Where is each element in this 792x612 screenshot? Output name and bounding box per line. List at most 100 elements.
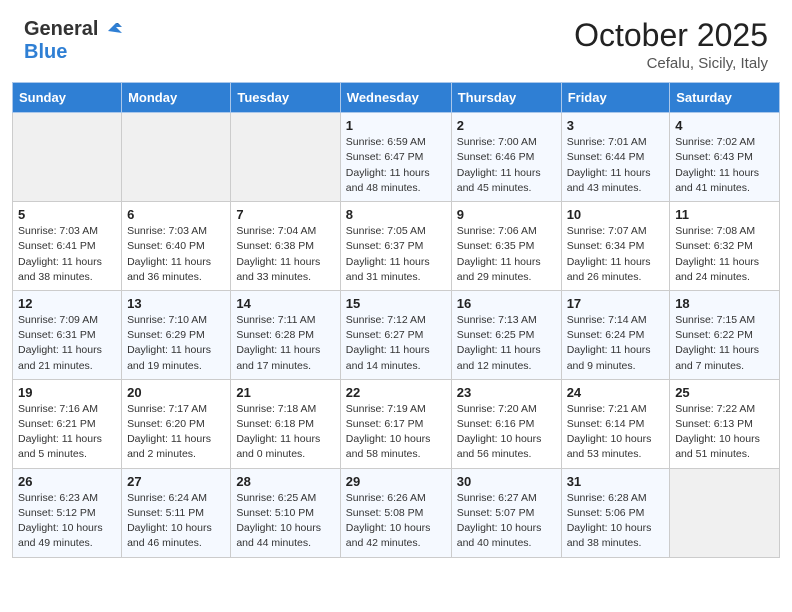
day-cell: 12 Sunrise: 7:09 AMSunset: 6:31 PMDayligh… <box>13 290 122 379</box>
day-cell <box>122 113 231 202</box>
day-number: 12 <box>18 296 116 311</box>
day-cell: 22 Sunrise: 7:19 AMSunset: 6:17 PMDayligh… <box>340 379 451 468</box>
day-cell: 26 Sunrise: 6:23 AMSunset: 5:12 PMDayligh… <box>13 468 122 557</box>
week-row-1: 5 Sunrise: 7:03 AMSunset: 6:41 PMDaylight… <box>13 202 780 291</box>
day-number: 27 <box>127 474 225 489</box>
day-info: Sunrise: 6:25 AMSunset: 5:10 PMDaylight:… <box>236 491 334 552</box>
day-number: 10 <box>567 207 665 222</box>
logo-bird-icon <box>102 17 124 39</box>
day-cell: 28 Sunrise: 6:25 AMSunset: 5:10 PMDayligh… <box>231 468 340 557</box>
header-cell-thursday: Thursday <box>451 83 561 113</box>
day-cell: 2 Sunrise: 7:00 AMSunset: 6:46 PMDaylight… <box>451 113 561 202</box>
day-number: 20 <box>127 385 225 400</box>
day-cell: 24 Sunrise: 7:21 AMSunset: 6:14 PMDayligh… <box>561 379 670 468</box>
day-info: Sunrise: 6:28 AMSunset: 5:06 PMDaylight:… <box>567 491 665 552</box>
day-cell: 29 Sunrise: 6:26 AMSunset: 5:08 PMDayligh… <box>340 468 451 557</box>
day-info: Sunrise: 7:12 AMSunset: 6:27 PMDaylight:… <box>346 313 446 374</box>
day-number: 31 <box>567 474 665 489</box>
day-cell: 23Sunrise: 7:20 AMSunset: 6:16 PMDayligh… <box>451 379 561 468</box>
day-info: Sunrise: 7:10 AMSunset: 6:29 PMDaylight:… <box>127 313 225 374</box>
day-info: Sunrise: 7:19 AMSunset: 6:17 PMDaylight:… <box>346 402 446 463</box>
day-info: Sunrise: 6:26 AMSunset: 5:08 PMDaylight:… <box>346 491 446 552</box>
day-info: Sunrise: 7:01 AMSunset: 6:44 PMDaylight:… <box>567 135 665 196</box>
day-number: 4 <box>675 118 774 133</box>
day-cell <box>231 113 340 202</box>
day-info: Sunrise: 7:07 AMSunset: 6:34 PMDaylight:… <box>567 224 665 285</box>
day-cell: 19Sunrise: 7:16 AMSunset: 6:21 PMDayligh… <box>13 379 122 468</box>
day-cell: 13 Sunrise: 7:10 AMSunset: 6:29 PMDayligh… <box>122 290 231 379</box>
day-cell <box>13 113 122 202</box>
day-info: Sunrise: 6:23 AMSunset: 5:12 PMDaylight:… <box>18 491 116 552</box>
logo-general-text: General <box>24 18 98 41</box>
header-cell-monday: Monday <box>122 83 231 113</box>
header-cell-friday: Friday <box>561 83 670 113</box>
day-cell: 3Sunrise: 7:01 AMSunset: 6:44 PMDaylight… <box>561 113 670 202</box>
day-info: Sunrise: 7:20 AMSunset: 6:16 PMDaylight:… <box>457 402 556 463</box>
week-row-3: 19Sunrise: 7:16 AMSunset: 6:21 PMDayligh… <box>13 379 780 468</box>
day-number: 19 <box>18 385 116 400</box>
day-info: Sunrise: 7:05 AMSunset: 6:37 PMDaylight:… <box>346 224 446 285</box>
day-cell: 5 Sunrise: 7:03 AMSunset: 6:41 PMDaylight… <box>13 202 122 291</box>
day-info: Sunrise: 7:02 AMSunset: 6:43 PMDaylight:… <box>675 135 774 196</box>
day-cell: 11 Sunrise: 7:08 AMSunset: 6:32 PMDayligh… <box>670 202 780 291</box>
calendar-table: SundayMondayTuesdayWednesdayThursdayFrid… <box>12 82 780 557</box>
day-info: Sunrise: 7:18 AMSunset: 6:18 PMDaylight:… <box>236 402 334 463</box>
day-cell: 31 Sunrise: 6:28 AMSunset: 5:06 PMDayligh… <box>561 468 670 557</box>
day-info: Sunrise: 7:06 AMSunset: 6:35 PMDaylight:… <box>457 224 556 285</box>
day-number: 24 <box>567 385 665 400</box>
day-info: Sunrise: 6:27 AMSunset: 5:07 PMDaylight:… <box>457 491 556 552</box>
day-number: 22 <box>346 385 446 400</box>
day-number: 14 <box>236 296 334 311</box>
day-info: Sunrise: 7:14 AMSunset: 6:24 PMDaylight:… <box>567 313 665 374</box>
day-info: Sunrise: 7:21 AMSunset: 6:14 PMDaylight:… <box>567 402 665 463</box>
header-cell-tuesday: Tuesday <box>231 83 340 113</box>
day-cell: 20 Sunrise: 7:17 AMSunset: 6:20 PMDayligh… <box>122 379 231 468</box>
day-number: 9 <box>457 207 556 222</box>
day-info: Sunrise: 6:59 AMSunset: 6:47 PMDaylight:… <box>346 135 446 196</box>
day-number: 18 <box>675 296 774 311</box>
day-cell: 27 Sunrise: 6:24 AMSunset: 5:11 PMDayligh… <box>122 468 231 557</box>
day-info: Sunrise: 7:00 AMSunset: 6:46 PMDaylight:… <box>457 135 556 196</box>
day-number: 29 <box>346 474 446 489</box>
day-cell: 9 Sunrise: 7:06 AMSunset: 6:35 PMDaylight… <box>451 202 561 291</box>
day-number: 26 <box>18 474 116 489</box>
day-info: Sunrise: 7:11 AMSunset: 6:28 PMDaylight:… <box>236 313 334 374</box>
day-cell: 16Sunrise: 7:13 AMSunset: 6:25 PMDayligh… <box>451 290 561 379</box>
day-number: 11 <box>675 207 774 222</box>
day-number: 15 <box>346 296 446 311</box>
day-info: Sunrise: 7:08 AMSunset: 6:32 PMDaylight:… <box>675 224 774 285</box>
day-number: 25 <box>675 385 774 400</box>
day-cell: 15 Sunrise: 7:12 AMSunset: 6:27 PMDayligh… <box>340 290 451 379</box>
day-info: Sunrise: 7:03 AMSunset: 6:40 PMDaylight:… <box>127 224 225 285</box>
day-number: 28 <box>236 474 334 489</box>
day-info: Sunrise: 6:24 AMSunset: 5:11 PMDaylight:… <box>127 491 225 552</box>
day-cell: 14 Sunrise: 7:11 AMSunset: 6:28 PMDayligh… <box>231 290 340 379</box>
day-cell <box>670 468 780 557</box>
day-number: 21 <box>236 385 334 400</box>
day-number: 5 <box>18 207 116 222</box>
page-header: General Blue October 2025 Cefalu, Sicily… <box>0 0 792 82</box>
day-number: 6 <box>127 207 225 222</box>
week-row-2: 12 Sunrise: 7:09 AMSunset: 6:31 PMDayligh… <box>13 290 780 379</box>
title-block: October 2025 Cefalu, Sicily, Italy <box>574 18 768 72</box>
day-cell: 21 Sunrise: 7:18 AMSunset: 6:18 PMDayligh… <box>231 379 340 468</box>
day-cell: 8 Sunrise: 7:05 AMSunset: 6:37 PMDaylight… <box>340 202 451 291</box>
day-number: 17 <box>567 296 665 311</box>
day-cell: 10 Sunrise: 7:07 AMSunset: 6:34 PMDayligh… <box>561 202 670 291</box>
day-number: 2 <box>457 118 556 133</box>
day-info: Sunrise: 7:03 AMSunset: 6:41 PMDaylight:… <box>18 224 116 285</box>
day-cell: 18Sunrise: 7:15 AMSunset: 6:22 PMDayligh… <box>670 290 780 379</box>
header-cell-saturday: Saturday <box>670 83 780 113</box>
day-cell: 1Sunrise: 6:59 AMSunset: 6:47 PMDaylight… <box>340 113 451 202</box>
header-cell-wednesday: Wednesday <box>340 83 451 113</box>
day-number: 13 <box>127 296 225 311</box>
day-info: Sunrise: 7:13 AMSunset: 6:25 PMDaylight:… <box>457 313 556 374</box>
logo-blue-text: Blue <box>24 41 67 64</box>
month-title: October 2025 <box>574 18 768 53</box>
header-row: SundayMondayTuesdayWednesdayThursdayFrid… <box>13 83 780 113</box>
day-number: 8 <box>346 207 446 222</box>
header-cell-sunday: Sunday <box>13 83 122 113</box>
day-info: Sunrise: 7:17 AMSunset: 6:20 PMDaylight:… <box>127 402 225 463</box>
day-info: Sunrise: 7:09 AMSunset: 6:31 PMDaylight:… <box>18 313 116 374</box>
day-cell: 7Sunrise: 7:04 AMSunset: 6:38 PMDaylight… <box>231 202 340 291</box>
